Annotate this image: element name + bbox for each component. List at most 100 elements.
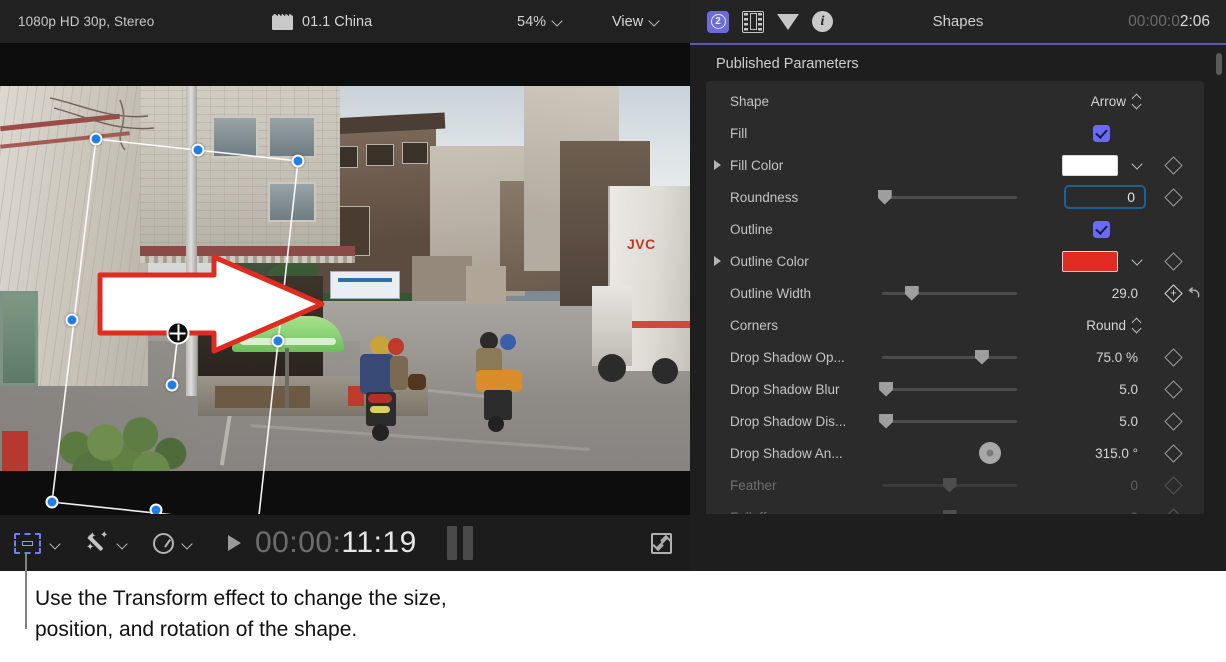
param-slider[interactable] bbox=[882, 356, 1017, 359]
viewer-top-bar: 1080p HD 30p, Stereo 01.1 China 54% View bbox=[0, 0, 690, 43]
video-stage[interactable]: JVC bbox=[0, 43, 690, 514]
enhance-menu-chevron-down-icon[interactable] bbox=[118, 539, 127, 548]
info-icon[interactable]: i bbox=[812, 11, 833, 32]
view-menu-label: View bbox=[612, 14, 643, 30]
clip-name-label: 01.1 China bbox=[302, 14, 372, 30]
video-inspector-icon[interactable]: 2 bbox=[707, 11, 729, 33]
transform-tool-icon[interactable] bbox=[14, 533, 41, 554]
color-triangle-icon[interactable] bbox=[777, 14, 799, 30]
param-row: Outline Color bbox=[706, 245, 1204, 277]
param-row: Outline bbox=[706, 213, 1204, 245]
param-slider[interactable] bbox=[882, 484, 1017, 487]
motorcyclist-1 bbox=[352, 336, 412, 446]
magic-wand-icon[interactable]: ✦ ✦ ✦ bbox=[86, 532, 110, 554]
transform-handle-top-center[interactable] bbox=[192, 144, 205, 157]
slider-knob[interactable] bbox=[943, 478, 957, 493]
disclosure-triangle-icon[interactable] bbox=[714, 256, 721, 266]
param-label: Outline Width bbox=[730, 286, 811, 301]
param-value[interactable]: 5.0 bbox=[1119, 414, 1138, 429]
keyframe-diamond-icon[interactable] bbox=[1164, 188, 1182, 206]
viewer-pane: 1080p HD 30p, Stereo 01.1 China 54% View bbox=[0, 0, 690, 571]
param-slider[interactable] bbox=[882, 420, 1017, 423]
slider-knob[interactable] bbox=[905, 286, 919, 301]
slider-knob[interactable] bbox=[879, 414, 893, 429]
keyframe-diamond-icon[interactable] bbox=[1164, 156, 1182, 174]
param-row: Drop Shadow An... 315.0 ° bbox=[706, 437, 1204, 469]
param-slider[interactable] bbox=[882, 292, 1017, 295]
param-value[interactable]: 29.0 bbox=[1112, 286, 1138, 301]
param-checkbox[interactable] bbox=[1093, 221, 1110, 238]
param-value-field[interactable]: 0 bbox=[1064, 185, 1146, 209]
chevron-down-icon[interactable] bbox=[1133, 160, 1144, 171]
param-popup-value: Round bbox=[1086, 318, 1126, 333]
param-value[interactable]: 0 bbox=[1130, 478, 1138, 493]
expand-icon[interactable] bbox=[651, 533, 672, 554]
disclosure-triangle-icon[interactable] bbox=[714, 160, 721, 170]
audio-meters bbox=[447, 526, 473, 560]
param-label: Drop Shadow Op... bbox=[730, 350, 845, 365]
param-value[interactable]: 5.0 bbox=[1119, 382, 1138, 397]
inspector-pane: 2 i Shapes 00:00:02:06 Published Paramet… bbox=[690, 0, 1226, 571]
param-popup-button[interactable]: Arrow bbox=[1091, 94, 1142, 109]
param-slider[interactable] bbox=[882, 388, 1017, 391]
film-strip-icon[interactable] bbox=[742, 11, 764, 33]
keyframe-diamond-icon[interactable] bbox=[1164, 252, 1182, 270]
building-middle-tiles bbox=[140, 86, 340, 251]
reset-arrow-icon[interactable] bbox=[1187, 286, 1202, 301]
transform-menu-chevron-down-icon[interactable] bbox=[51, 539, 60, 548]
keyframe-diamond-icon[interactable] bbox=[1164, 444, 1182, 462]
param-row: Drop Shadow Dis...5.0 bbox=[706, 405, 1204, 437]
project-format-label: 1080p HD 30p, Stereo bbox=[18, 14, 154, 29]
transform-handle-bottom-center[interactable] bbox=[150, 504, 163, 515]
view-menu-button[interactable]: View bbox=[612, 14, 659, 30]
arrow-shape[interactable] bbox=[96, 255, 326, 353]
inspector-body: Published Parameters ShapeArrowFillFill … bbox=[690, 45, 1226, 571]
slider-knob[interactable] bbox=[975, 350, 989, 365]
play-icon[interactable] bbox=[228, 535, 241, 551]
param-popup-button[interactable]: Round bbox=[1086, 318, 1142, 333]
transform-handle-bottom-left[interactable] bbox=[46, 496, 59, 509]
helmet bbox=[500, 334, 516, 350]
keyframe-diamond-icon[interactable] bbox=[1164, 380, 1182, 398]
param-row: Drop Shadow Blur5.0 bbox=[706, 373, 1204, 405]
helmet bbox=[388, 338, 404, 355]
transform-handle-middle-left[interactable] bbox=[66, 314, 79, 327]
green-window bbox=[0, 291, 38, 386]
param-label: Fill bbox=[730, 126, 747, 141]
building-far-b bbox=[466, 266, 506, 304]
passenger bbox=[390, 356, 408, 390]
transform-handle-top-left[interactable] bbox=[90, 133, 103, 146]
inspector-timecode-dim: 00:00:0 bbox=[1128, 13, 1180, 30]
zoom-level-button[interactable]: 54% bbox=[517, 14, 562, 30]
param-label: Drop Shadow An... bbox=[730, 446, 843, 461]
param-value[interactable]: 75.0 % bbox=[1096, 350, 1138, 365]
transform-handle-top-right[interactable] bbox=[292, 155, 305, 168]
color-swatch[interactable] bbox=[1062, 251, 1118, 272]
anchor-point-icon[interactable] bbox=[167, 322, 190, 345]
playhead-timecode[interactable]: 00:00:11:19 bbox=[255, 526, 417, 560]
keyframe-diamond-icon[interactable] bbox=[1164, 412, 1182, 430]
slider-knob[interactable] bbox=[879, 382, 893, 397]
timecode-hours-minutes: 00:00: bbox=[255, 526, 341, 560]
chevron-down-icon[interactable] bbox=[1133, 256, 1144, 267]
inspector-scrollbar[interactable] bbox=[1216, 53, 1222, 75]
rotation-handle[interactable] bbox=[166, 379, 179, 392]
param-label: Feather bbox=[730, 478, 777, 493]
transform-handle-middle-right[interactable] bbox=[272, 335, 285, 348]
speedometer-icon[interactable] bbox=[153, 533, 174, 554]
angle-dial[interactable] bbox=[979, 442, 1001, 464]
slider-knob[interactable] bbox=[878, 190, 892, 205]
retime-menu-chevron-down-icon[interactable] bbox=[183, 539, 192, 548]
inspector-footer-filler bbox=[690, 514, 1226, 571]
param-checkbox[interactable] bbox=[1093, 125, 1110, 142]
param-popup-value: Arrow bbox=[1091, 94, 1126, 109]
keyframe-diamond-icon[interactable] bbox=[1164, 348, 1182, 366]
param-value[interactable]: 315.0 ° bbox=[1095, 446, 1138, 461]
overhead-wires bbox=[50, 94, 170, 154]
param-dial-track bbox=[882, 452, 1017, 455]
backpack bbox=[360, 354, 394, 394]
keyframe-diamond-icon[interactable] bbox=[1164, 284, 1182, 302]
keyframe-diamond-icon[interactable] bbox=[1164, 476, 1182, 494]
param-slider[interactable] bbox=[882, 196, 1017, 199]
color-swatch[interactable] bbox=[1062, 155, 1118, 176]
